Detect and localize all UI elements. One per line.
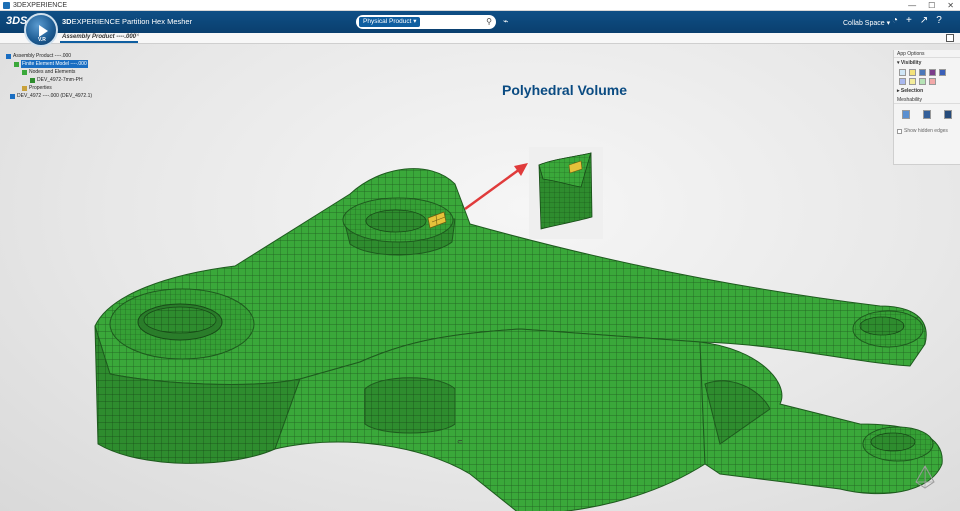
play-icon <box>39 25 48 37</box>
top-boss-hole <box>365 209 427 233</box>
meshability-icons <box>894 104 960 125</box>
cube-icon[interactable] <box>939 69 946 76</box>
visibility-icons-row2 <box>894 77 960 86</box>
tree-item-nodes[interactable]: Nodes and Elements <box>6 68 92 76</box>
search-icon[interactable]: ⚲ <box>486 17 492 26</box>
specification-tree: Assembly Product ----.000 Finite Element… <box>6 52 92 100</box>
compass-version: V.R <box>38 37 46 43</box>
color-red-icon[interactable] <box>929 78 936 85</box>
mesh-view-icon-1[interactable] <box>902 110 910 119</box>
visibility-icons-row1 <box>894 68 960 77</box>
maximize-viewport-icon[interactable] <box>946 34 954 42</box>
tree-item-dev[interactable]: DEV_4972 ----.000 (DEV_4972.1) <box>6 92 92 100</box>
share-icon[interactable]: ↗ <box>920 15 928 26</box>
tab-bar: Assembly Product ----.000 × <box>0 33 960 44</box>
tab-assembly-product[interactable]: Assembly Product ----.000 <box>60 34 139 43</box>
visibility-section[interactable]: ▾ Visibility <box>894 58 960 68</box>
nodes-icon <box>22 69 27 75</box>
wireframe-icon[interactable] <box>899 69 906 76</box>
sphere-icon[interactable] <box>929 69 936 76</box>
add-icon[interactable]: + <box>906 15 912 26</box>
compass-button[interactable]: V.R <box>24 13 58 47</box>
part-icon <box>10 93 15 99</box>
mouse-cursor-icon: ⊂ <box>457 439 463 446</box>
window-controls: — ☐ ✕ <box>908 1 960 10</box>
app-title: 3DEXPERIENCE Partition Hex Mesher <box>62 17 192 26</box>
mesh-icon <box>30 77 35 83</box>
maximize-button[interactable]: ☐ <box>928 1 935 10</box>
search-bar[interactable]: Physical Product ▾ ⚲ <box>356 15 496 29</box>
mesh-view-icon-3[interactable] <box>944 110 952 119</box>
selection-section[interactable]: ▸ Selection <box>894 86 960 96</box>
meshability-header: Meshability <box>894 96 960 104</box>
show-hidden-edges-checkbox[interactable]: Show hidden edges <box>894 125 960 137</box>
polyhedral-volume-detail <box>538 152 593 230</box>
3d-compass-icon[interactable] <box>910 462 940 492</box>
color-blue-icon[interactable] <box>899 78 906 85</box>
tree-item-assembly-product[interactable]: Assembly Product ----.000 <box>6 52 92 60</box>
close-button[interactable]: ✕ <box>947 1 954 10</box>
solid-icon[interactable] <box>919 69 926 76</box>
shaded-icon[interactable] <box>909 69 916 76</box>
brand-experience: EXPERIENCE <box>71 17 120 26</box>
app-name: Partition Hex Mesher <box>122 17 193 26</box>
window-title-bar: 3DEXPERIENCE — ☐ ✕ <box>0 0 960 11</box>
tag-icon[interactable]: ⌁ <box>503 16 508 27</box>
brand-3d: 3D <box>62 17 72 26</box>
search-scope-dropdown[interactable]: Physical Product ▾ <box>359 17 421 27</box>
color-green-icon[interactable] <box>919 78 926 85</box>
panel-header: App Options <box>894 50 960 58</box>
collab-space-dropdown[interactable]: Collab Space ▾ <box>843 19 890 27</box>
minimize-button[interactable]: — <box>908 1 916 10</box>
tree-item-properties[interactable]: Properties <box>6 84 92 92</box>
top-bar: 3DS V.R 3DEXPERIENCE Partition Hex Meshe… <box>0 11 960 47</box>
window-title: 3DEXPERIENCE <box>13 1 68 9</box>
mesh-model-canvas[interactable] <box>0 44 960 511</box>
part-lower-boss <box>364 377 456 434</box>
tree-item-mesh[interactable]: DEV_4972-7mm-PH <box>6 76 92 84</box>
help-icon[interactable]: ? <box>936 15 942 26</box>
color-yellow-icon[interactable] <box>909 78 916 85</box>
callout-arrow <box>464 167 521 211</box>
properties-icon <box>22 85 27 91</box>
product-icon <box>6 53 11 59</box>
mesh-view-icon-2[interactable] <box>923 110 931 119</box>
callout-title: Polyhedral Volume <box>502 82 627 98</box>
tab-close-icon[interactable]: × <box>136 33 140 39</box>
app-icon <box>3 1 10 9</box>
user-icon[interactable]: ◔ <box>892 15 898 26</box>
3d-viewport[interactable] <box>0 44 960 511</box>
fem-icon <box>14 61 19 67</box>
checkbox[interactable] <box>897 128 902 134</box>
top-right-icons: ◔ + ↗ ? <box>892 15 942 26</box>
callout-detail-box <box>529 147 603 239</box>
app-options-panel: App Options ▾ Visibility ▸ Selection Mes… <box>893 50 960 165</box>
tree-item-fem[interactable]: Finite Element Model ----.000 <box>6 60 92 68</box>
